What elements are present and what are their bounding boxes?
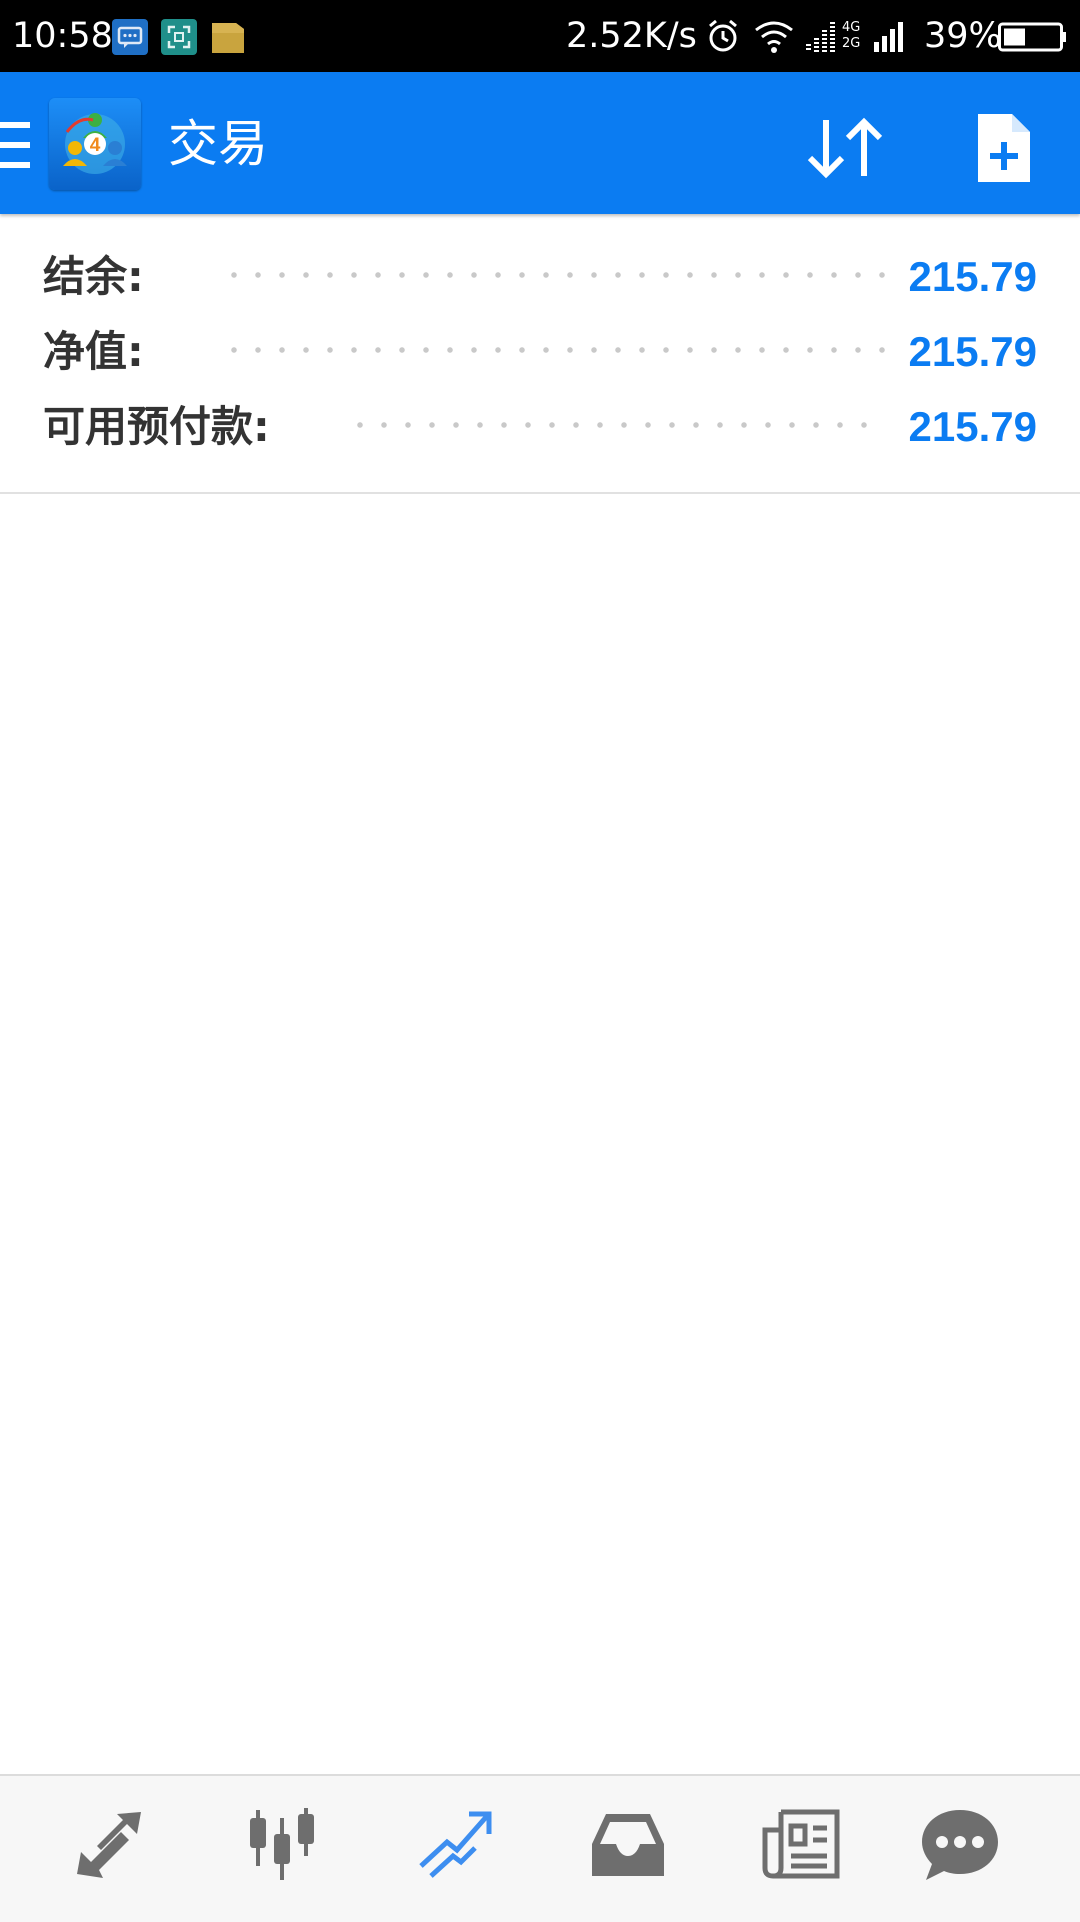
dotted-leader [222,347,886,353]
new-order-button[interactable] [968,108,1038,188]
signal-icon [872,18,908,58]
wifi-icon [752,18,796,58]
bottom-navigation [0,1774,1080,1922]
nav-news[interactable] [753,1804,849,1894]
balance-label: 结余: [43,252,144,301]
battery-percent: 39% [924,16,1002,56]
logo-badge: 4 [90,135,101,156]
alarm-icon [706,18,740,58]
dotted-leader [222,272,886,278]
nav-quotes[interactable] [61,1804,157,1894]
equity-row: 净值: 215.79 [0,315,1080,389]
equity-label: 净值: [43,327,144,376]
nav-chat[interactable] [912,1804,1008,1894]
balance-value: 215.79 [908,253,1037,300]
network-speed: 2.52K/s [566,16,697,56]
balance-row: 结余: 215.79 [0,240,1080,314]
dotted-leader [348,422,872,428]
equity-value: 215.79 [908,328,1037,375]
candlestick-chart-icon [234,1804,330,1884]
free-margin-value: 215.79 [908,403,1037,450]
free-margin-row: 可用预付款: 215.79 [0,390,1080,464]
nav-trade[interactable] [407,1804,503,1894]
nav-charts[interactable] [234,1804,330,1894]
battery-icon [998,22,1068,56]
chat-icon [912,1804,1008,1884]
screen-capture-icon [161,19,197,55]
nav-history[interactable] [580,1804,676,1894]
folder-icon [210,19,246,55]
history-inbox-icon [580,1804,676,1884]
sort-button[interactable] [800,108,890,188]
status-bar: 10:58 2.52K/s 4G 2G 39% [0,0,1080,72]
new-document-icon [968,114,1038,192]
signal-dotted-icon [804,18,840,58]
status-time: 10:58 [12,16,113,56]
page-title: 交易 [168,115,268,173]
trade-icon [407,1804,503,1884]
app-logo: 4 [49,98,141,190]
app-bar: 4 交易 [0,72,1080,214]
hamburger-menu-icon[interactable] [0,122,30,172]
news-icon [753,1804,849,1884]
sort-arrows-icon [800,117,890,192]
quotes-arrows-icon [61,1804,157,1884]
network-type-label: 4G 2G [842,20,861,51]
free-margin-label: 可用预付款: [43,402,270,451]
message-icon [112,19,148,55]
account-summary: 结余: 215.79 净值: 215.79 可用预付款: 215.79 [0,214,1080,494]
